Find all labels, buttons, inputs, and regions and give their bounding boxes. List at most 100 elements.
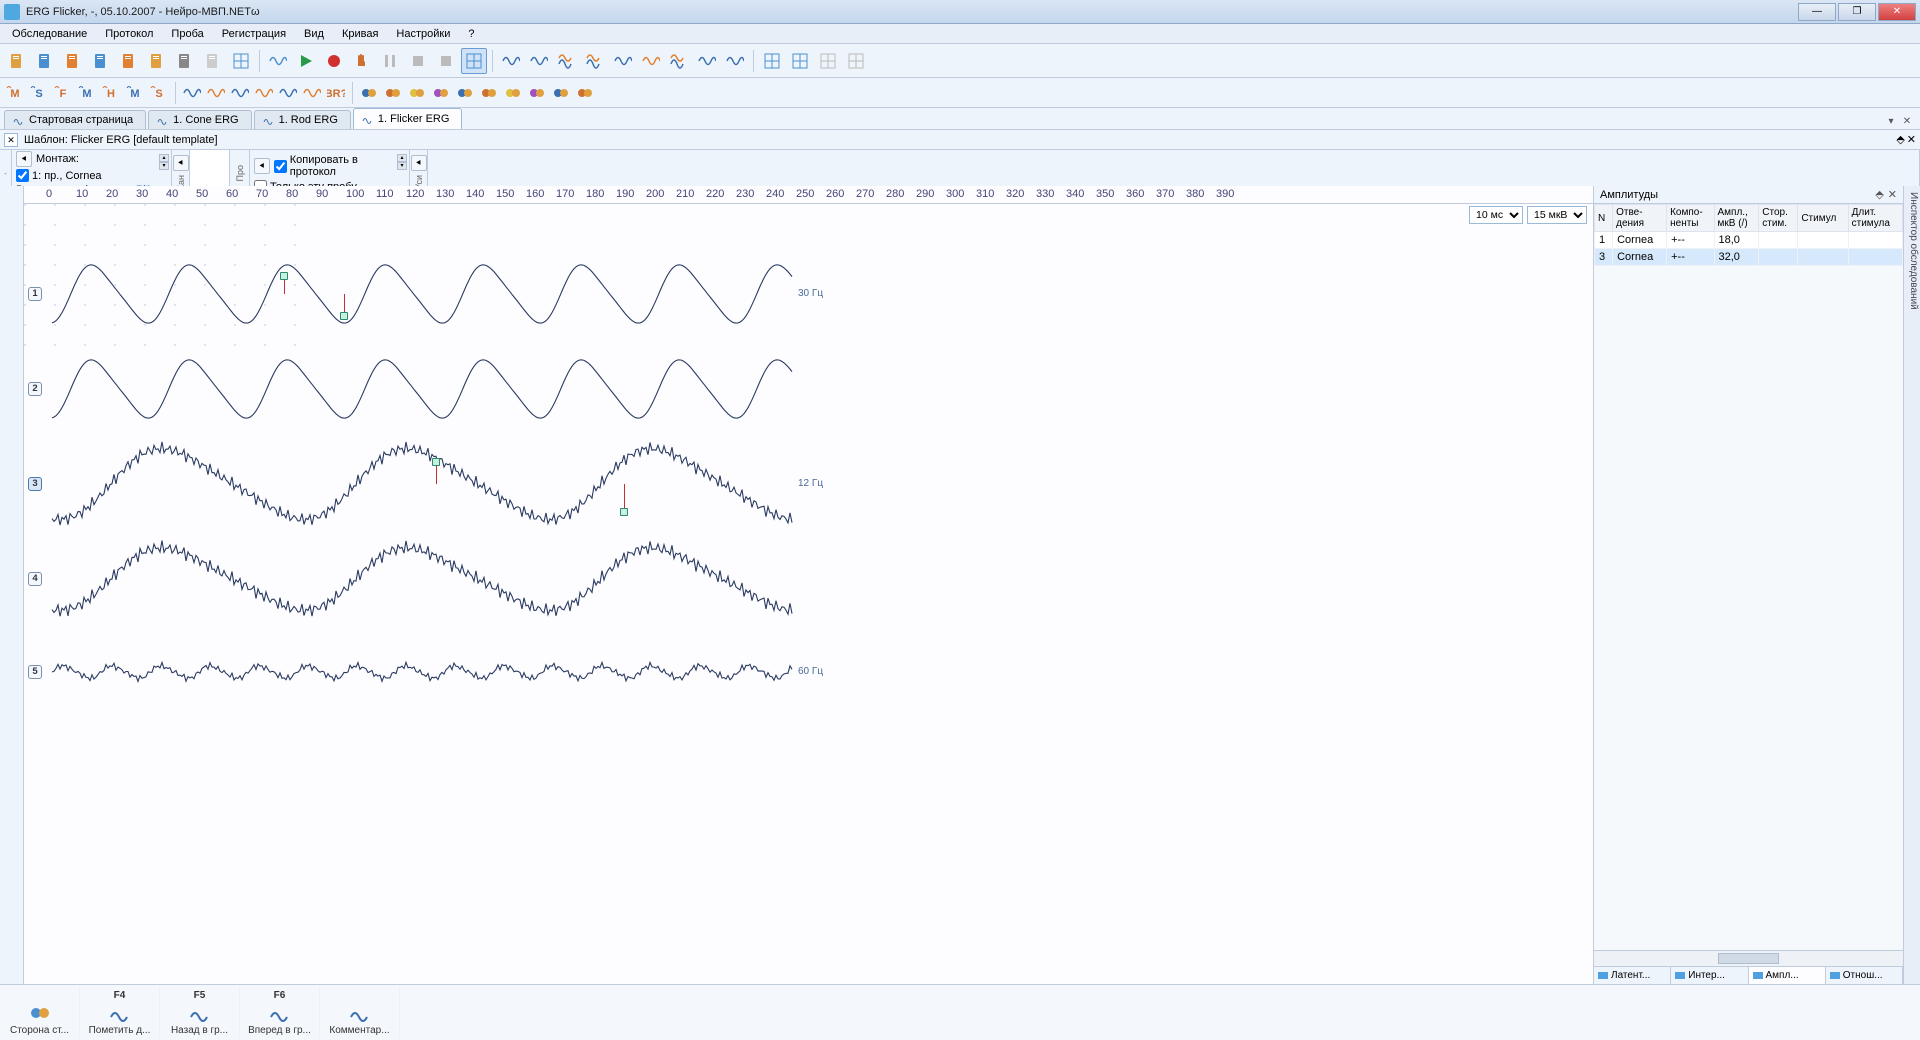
brain-0-icon[interactable] — [358, 82, 380, 104]
template-close-button[interactable]: ✕ — [4, 133, 18, 147]
brain-2-icon[interactable] — [406, 82, 428, 104]
settings-icon[interactable] — [228, 48, 254, 74]
tabstrip-dropdown[interactable]: ▾ — [1884, 115, 1898, 129]
back-icon[interactable] — [433, 48, 459, 74]
tool-i-icon[interactable] — [722, 48, 748, 74]
tab-2[interactable]: 1. Rod ERG — [254, 110, 351, 129]
menu-кривая[interactable]: Кривая — [334, 26, 386, 42]
template-pin[interactable]: ⬘ — [1896, 133, 1904, 146]
tool-g-icon[interactable] — [666, 48, 692, 74]
menu-регистрация[interactable]: Регистрация — [214, 26, 294, 42]
brain-5-icon[interactable] — [478, 82, 500, 104]
marker-s-6-icon[interactable]: S — [148, 82, 170, 104]
record-icon[interactable] — [321, 48, 347, 74]
brain-9-icon[interactable] — [574, 82, 596, 104]
copy-protocol-row[interactable]: Копировать в протокол — [274, 154, 405, 178]
tool-b-icon[interactable] — [526, 48, 552, 74]
amp-btab-2[interactable]: Ампл... — [1749, 967, 1826, 984]
tool-a-icon[interactable] — [498, 48, 524, 74]
amp-header[interactable]: Стор.стим. — [1759, 205, 1798, 232]
right-inspector-strip[interactable]: Инспектор обследований — [1903, 186, 1920, 984]
tool-d-icon[interactable] — [582, 48, 608, 74]
menu-проба[interactable]: Проба — [163, 26, 211, 42]
amp-row[interactable]: 1Cornea+--18,0 — [1595, 232, 1903, 249]
tool-e-icon[interactable] — [610, 48, 636, 74]
cycle-icon[interactable] — [265, 48, 291, 74]
play-icon[interactable] — [293, 48, 319, 74]
usi-prev-button[interactable]: ⯇ — [411, 155, 427, 171]
montage-spin-down[interactable]: ▾ — [159, 162, 169, 170]
tool-c-icon[interactable] — [554, 48, 580, 74]
brain-6-icon[interactable] — [502, 82, 524, 104]
trace-label-4[interactable]: 4 — [28, 572, 42, 586]
copy-spin-down[interactable]: ▾ — [397, 162, 407, 170]
montage-checkbox[interactable] — [16, 169, 29, 182]
montage-checkbox-row[interactable]: 1: пр., Cornea — [16, 169, 167, 182]
stop-icon[interactable] — [405, 48, 431, 74]
marker-s-1-icon[interactable]: S — [28, 82, 50, 104]
menu-настройки[interactable]: Настройки — [388, 26, 458, 42]
export-icon[interactable] — [88, 48, 114, 74]
amplitudes-table[interactable]: NОтве-денияКомпо-нентыАмпл.,мкВ (/)Стор.… — [1594, 204, 1903, 266]
amp-header[interactable]: N — [1595, 205, 1613, 232]
amp-row[interactable]: 3Cornea+--32,0 — [1595, 249, 1903, 266]
tab-1[interactable]: 1. Cone ERG — [148, 110, 251, 129]
waveform-chart[interactable]: 10 мс 15 мкВ 130 Гц2312 Гц4560 Гц — [24, 204, 1593, 984]
amp-header[interactable]: Отве-дения — [1613, 205, 1667, 232]
new-exam-icon[interactable] — [4, 48, 30, 74]
tool-h-icon[interactable] — [694, 48, 720, 74]
menu-вид[interactable]: Вид — [296, 26, 332, 42]
trace-label-1[interactable]: 1 — [28, 287, 42, 301]
hand-icon[interactable] — [349, 48, 375, 74]
footer-btn-0[interactable]: Сторона ст... — [0, 987, 80, 1039]
disabled1-icon[interactable] — [200, 48, 226, 74]
br-icon[interactable]: BR? — [325, 82, 347, 104]
marker-m-3-icon[interactable]: M — [76, 82, 98, 104]
footer-btn-1[interactable]: F4Пометить д... — [80, 987, 160, 1039]
amp-btab-3[interactable]: Отнош... — [1826, 967, 1903, 984]
open-icon[interactable] — [32, 48, 58, 74]
amp-btab-0[interactable]: Латент... — [1594, 967, 1671, 984]
template-close2[interactable]: ✕ — [1907, 133, 1916, 146]
amp-header[interactable]: Длит.стимула — [1848, 205, 1902, 232]
wavetool-4-icon[interactable] — [277, 82, 299, 104]
time-scale-select[interactable]: 10 мс — [1469, 206, 1523, 224]
wavetool-3-icon[interactable] — [253, 82, 275, 104]
footer-btn-4[interactable]: Комментар... — [320, 987, 400, 1039]
grid1-icon[interactable] — [759, 48, 785, 74]
menu-?[interactable]: ? — [460, 26, 482, 42]
marker-h-4-icon[interactable]: H — [100, 82, 122, 104]
wavetool-1-icon[interactable] — [205, 82, 227, 104]
tab-3[interactable]: 1. Flicker ERG — [353, 108, 463, 129]
tool-f-icon[interactable] — [638, 48, 664, 74]
amp-header[interactable]: Компо-ненты — [1667, 205, 1714, 232]
marker-f-2-icon[interactable]: F — [52, 82, 74, 104]
grid4-icon[interactable] — [843, 48, 869, 74]
grid2-icon[interactable] — [787, 48, 813, 74]
pause-icon[interactable] — [377, 48, 403, 74]
save-icon[interactable] — [116, 48, 142, 74]
brain-8-icon[interactable] — [550, 82, 572, 104]
amp-header[interactable]: Стимул — [1798, 205, 1848, 232]
marker-m-5-icon[interactable]: M — [124, 82, 146, 104]
trace-label-2[interactable]: 2 — [28, 382, 42, 396]
sigma-icon[interactable] — [461, 48, 487, 74]
copy-spin-up[interactable]: ▴ — [397, 154, 407, 162]
marker-3[interactable] — [620, 508, 628, 516]
amp-scale-select[interactable]: 15 мкВ — [1527, 206, 1587, 224]
minimize-button[interactable]: — — [1798, 3, 1836, 21]
copy-prev-button[interactable]: ⯇ — [254, 158, 270, 174]
wavetool-0-icon[interactable] — [181, 82, 203, 104]
montage-spin-up[interactable]: ▴ — [159, 154, 169, 162]
footer-btn-3[interactable]: F6Вперед в гр... — [240, 987, 320, 1039]
amp-header[interactable]: Ампл.,мкВ (/) — [1714, 205, 1759, 232]
marker-m-0-icon[interactable]: M — [4, 82, 26, 104]
brain-1-icon[interactable] — [382, 82, 404, 104]
close-button[interactable]: ✕ — [1878, 3, 1916, 21]
marker-1[interactable] — [340, 312, 348, 320]
brain-4-icon[interactable] — [454, 82, 476, 104]
wavetool-2-icon[interactable] — [229, 82, 251, 104]
maximize-button[interactable]: ❐ — [1838, 3, 1876, 21]
brain-3-icon[interactable] — [430, 82, 452, 104]
menu-протокол[interactable]: Протокол — [97, 26, 161, 42]
